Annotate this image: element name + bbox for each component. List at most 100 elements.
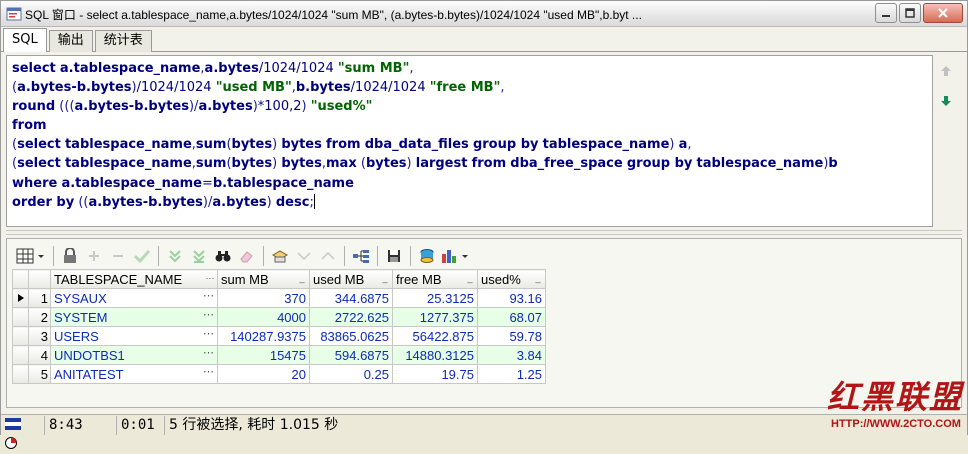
single-record-view-button[interactable]: [268, 244, 292, 268]
token: b.bytes: [295, 80, 351, 96]
previous-statement-button[interactable]: [936, 61, 956, 81]
token: largest: [415, 156, 468, 172]
current-row-indicator: [12, 288, 29, 308]
cell-used-mb[interactable]: 83865.0625: [309, 326, 393, 346]
tab-output[interactable]: 输出: [48, 30, 93, 52]
flag-icon: [5, 418, 21, 430]
table-row[interactable]: 2 SYSTEM ⋯ 4000 2722.625 1277.375 68.07: [12, 307, 546, 327]
export-button[interactable]: [415, 244, 439, 268]
cell-sum-mb[interactable]: 15475: [217, 345, 310, 365]
token: tablespace_name: [64, 156, 192, 172]
table-row[interactable]: 4 UNDOTBS1 ⋯ 15475 594.6875 14880.3125 3.…: [12, 345, 546, 365]
cell-sum-mb[interactable]: 4000: [217, 307, 310, 327]
cell-ellipsis-icon[interactable]: ⋯: [203, 308, 214, 321]
cell-used-mb[interactable]: 594.6875: [309, 345, 393, 365]
fetch-next-button[interactable]: [163, 244, 187, 268]
results-grid[interactable]: TABLESPACE_NAME ⋯ sum MB _ used MB _ free M…: [12, 269, 546, 384]
cell-ellipsis-icon[interactable]: ⋯: [203, 365, 214, 378]
cell-sum-mb[interactable]: 20: [217, 364, 310, 384]
cell-sum-mb[interactable]: 370: [217, 288, 310, 308]
token: from: [326, 137, 361, 153]
next-statement-button[interactable]: [936, 91, 956, 111]
query-by-example-button[interactable]: [349, 244, 373, 268]
clear-button[interactable]: [235, 244, 259, 268]
column-menu-icon[interactable]: _: [533, 273, 543, 284]
cell-used-mb[interactable]: 0.25: [309, 364, 393, 384]
delete-record-button[interactable]: [106, 244, 130, 268]
watermark-text: 红黑联盟: [827, 378, 964, 416]
table-row[interactable]: 1 SYSAUX ⋯ 370 344.6875 25.3125 93.16: [12, 288, 546, 308]
status-icons: [1, 416, 45, 449]
arrow-up-icon: [941, 66, 951, 76]
token: "sum MB": [337, 61, 410, 76]
cell-tablespace-name[interactable]: SYSAUX ⋯: [50, 288, 218, 308]
cell-ellipsis-icon[interactable]: ⋯: [203, 289, 214, 302]
cell-free-mb[interactable]: 1277.375: [392, 307, 478, 327]
table-row[interactable]: 5 ANITATEST ⋯ 20 0.25 19.75 1.25: [12, 364, 546, 384]
token: bytes: [231, 156, 273, 172]
next-record-button[interactable]: [316, 244, 340, 268]
cell-tablespace-name[interactable]: UNDOTBS1 ⋯: [50, 345, 218, 365]
cell-ellipsis-icon[interactable]: ⋯: [203, 327, 214, 340]
token: a.tablespace_name: [59, 61, 201, 76]
row-number: 5: [28, 364, 51, 384]
column-header-used-pct[interactable]: used% _: [477, 269, 546, 289]
fetch-last-button[interactable]: [187, 244, 211, 268]
cell-used-pct[interactable]: 59.78: [477, 326, 546, 346]
tab-statistics[interactable]: 统计表: [94, 30, 152, 52]
history-nav: [936, 61, 962, 121]
record-icon: [5, 437, 17, 449]
double-chevron-down-icon: [169, 250, 181, 263]
cell-used-mb[interactable]: 2722.625: [309, 307, 393, 327]
column-header-used-mb[interactable]: used MB _: [309, 269, 393, 289]
column-menu-icon[interactable]: _: [297, 273, 307, 284]
cell-used-mb[interactable]: 344.6875: [309, 288, 393, 308]
column-header-free-mb[interactable]: free MB _: [392, 269, 478, 289]
maximize-button[interactable]: [899, 3, 921, 23]
cell-used-pct[interactable]: 3.84: [477, 345, 546, 365]
grid-layout-button[interactable]: [13, 244, 49, 268]
close-button[interactable]: [923, 3, 963, 23]
code-line-7: where a.tablespace_name=b.tablespace_nam…: [12, 175, 354, 191]
insert-record-button[interactable]: [82, 244, 106, 268]
token: a.bytes-b.bytes: [74, 99, 189, 115]
token: from: [471, 156, 507, 172]
tab-sql[interactable]: SQL: [3, 28, 47, 52]
cell-ellipsis-icon[interactable]: ⋯: [203, 346, 214, 359]
cell-tablespace-name[interactable]: SYSTEM ⋯: [50, 307, 218, 327]
panel-splitter[interactable]: [6, 230, 962, 235]
cell-used-pct[interactable]: 68.07: [477, 307, 546, 327]
cell-used-pct[interactable]: 1.25: [477, 364, 546, 384]
save-results-button[interactable]: [382, 244, 406, 268]
token: bytes: [281, 137, 322, 153]
column-menu-icon[interactable]: _: [380, 273, 390, 284]
sql-editor[interactable]: select a.tablespace_name,a.bytes/1024/10…: [6, 55, 933, 227]
cell-value: SYSAUX: [54, 290, 107, 306]
chart-button[interactable]: [439, 244, 473, 268]
cell-tablespace-name[interactable]: ANITATEST ⋯: [50, 364, 218, 384]
find-button[interactable]: [211, 244, 235, 268]
column-menu-icon[interactable]: _: [465, 273, 475, 284]
token: b: [828, 156, 838, 172]
cell-free-mb[interactable]: 19.75: [392, 364, 478, 384]
cell-used-pct[interactable]: 93.16: [477, 288, 546, 308]
cell-free-mb[interactable]: 14880.3125: [392, 345, 478, 365]
checkmark-icon: [134, 249, 150, 263]
watermark-logo: 红黑联盟 HTTP://WWW.2CTO.COM: [827, 380, 965, 436]
cell-free-mb[interactable]: 56422.875: [392, 326, 478, 346]
column-menu-icon[interactable]: ⋯: [205, 273, 215, 284]
table-row[interactable]: 3 USERS ⋯ 140287.9375 83865.0625 56422.87…: [12, 326, 546, 346]
lock-button[interactable]: [58, 244, 82, 268]
column-header-tablespace-name[interactable]: TABLESPACE_NAME ⋯: [50, 269, 218, 289]
cell-tablespace-name[interactable]: USERS ⋯: [50, 326, 218, 346]
post-changes-button[interactable]: [130, 244, 154, 268]
column-header-sum-mb[interactable]: sum MB _: [217, 269, 310, 289]
cell-free-mb[interactable]: 25.3125: [392, 288, 478, 308]
column-header-label: TABLESPACE_NAME: [54, 271, 183, 287]
cell-sum-mb[interactable]: 140287.9375: [217, 326, 310, 346]
minimize-icon: [882, 15, 890, 17]
previous-record-button[interactable]: [292, 244, 316, 268]
minimize-button[interactable]: [875, 3, 897, 23]
token: a.bytes: [198, 99, 253, 115]
title-bar[interactable]: SQL 窗口 - select a.tablespace_name,a.byte…: [1, 1, 967, 27]
